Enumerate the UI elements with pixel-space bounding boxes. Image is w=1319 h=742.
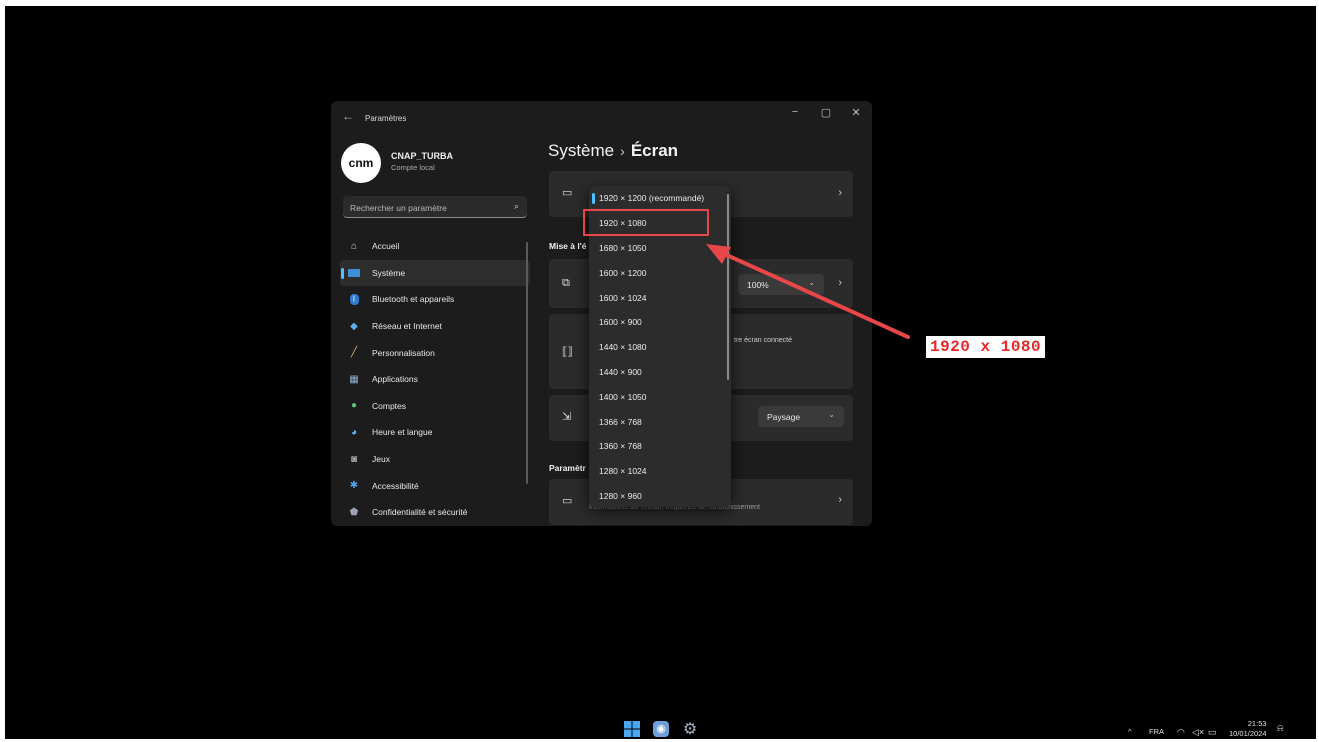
chevron-right-icon[interactable]: › [838, 277, 842, 289]
section-heading-scale: Mise à l'é [549, 241, 587, 251]
clock[interactable]: 21:53 10/01/2024 [1229, 719, 1267, 739]
home-icon: ⌂ [350, 240, 358, 252]
back-arrow-icon[interactable]: ← [342, 109, 354, 123]
section-heading-related: Paramètr [549, 463, 586, 473]
account-type: Compte local [391, 163, 435, 172]
sidebar-item-bluetooth[interactable]: ᛒ Bluetooth et appareils [340, 286, 530, 313]
display-icon [347, 267, 361, 279]
search-placeholder: Rechercher un paramètre [350, 203, 447, 213]
battery-icon[interactable]: ▭ [1208, 727, 1217, 738]
person-icon: ● [350, 400, 358, 412]
resolution-option[interactable]: 1280 × 1024 [589, 459, 721, 484]
resolution-option[interactable]: 1680 × 1050 [589, 236, 721, 261]
breadcrumb-separator: › [620, 143, 625, 159]
search-input[interactable]: Rechercher un paramètre ⌕ [343, 196, 527, 218]
scale-icon: ⧉ [562, 277, 570, 289]
windows-logo [624, 721, 640, 737]
laptop-icon: ▭ [562, 495, 573, 507]
multi-display-icon: ⟦⟧ [562, 346, 573, 358]
title-bar: ← Paramètres − ▢ ✕ [331, 101, 872, 135]
sidebar-scrollbar[interactable] [526, 242, 528, 484]
sidebar-item-applications[interactable]: ▦ Applications [340, 366, 530, 393]
resolution-option[interactable]: 1366 × 768 [589, 409, 721, 434]
minimize-button[interactable]: − [784, 106, 806, 118]
maximize-button[interactable]: ▢ [815, 106, 837, 119]
wifi-icon[interactable]: ◠ [1177, 727, 1185, 738]
sidebar-item-confidentialite[interactable]: ⬟ Confidentialité et sécurité [340, 499, 530, 526]
resolution-option[interactable]: 1600 × 1024 [589, 285, 721, 310]
language-indicator[interactable]: FRA [1149, 727, 1164, 736]
wifi-icon: ◆ [350, 320, 358, 332]
sidebar-item-label: Jeux [372, 454, 390, 465]
sidebar-item-label: Réseau et Internet [372, 321, 442, 332]
sidebar-item-reseau[interactable]: ◆ Réseau et Internet [340, 313, 530, 340]
shield-icon: ⬟ [349, 506, 359, 518]
sidebar-item-label: Bluetooth et appareils [372, 294, 455, 305]
window-title: Paramètres [365, 114, 407, 123]
sidebar-item-label: Accueil [372, 241, 400, 252]
scale-value: 100% [747, 280, 769, 290]
gear-glyph: ⚙ [682, 721, 698, 738]
chevron-right-icon: › [838, 187, 842, 199]
sidebar-item-label: Applications [372, 374, 418, 385]
resolution-option[interactable]: 1440 × 1080 [589, 335, 721, 360]
sidebar-item-label: Heure et langue [372, 427, 433, 438]
chevron-down-icon: ⌄ [808, 278, 815, 287]
sidebar-item-jeux[interactable]: ◙ Jeux [340, 446, 530, 473]
notification-bell-icon[interactable]: ⍾ [1277, 723, 1284, 734]
resolution-option[interactable]: 1400 × 1050 [589, 384, 721, 409]
highlight-box [583, 209, 709, 236]
sidebar-item-label: Personnalisation [372, 347, 435, 358]
speaker-muted-icon[interactable]: ◁× [1192, 727, 1204, 738]
annotation-label: 1920 x 1080 [926, 336, 1046, 358]
globe-clock-icon: ◕ [350, 426, 358, 438]
resolution-option[interactable]: 1920 × 1200 (recommandé) [589, 186, 721, 211]
resolution-option[interactable]: 1600 × 1200 [589, 260, 721, 285]
breadcrumb-parent[interactable]: Système [548, 141, 614, 160]
browser-icon[interactable]: ◉ [652, 720, 670, 738]
accessibility-icon: ✱ [349, 480, 359, 492]
breadcrumb: Système › Écran [548, 141, 678, 161]
time: 21:53 [1247, 719, 1267, 728]
tray-chevron-icon[interactable]: ^ [1128, 727, 1132, 736]
avatar[interactable]: cnm [341, 143, 381, 183]
sidebar-item-comptes[interactable]: ● Comptes [340, 393, 530, 420]
brush-icon: ╱ [350, 347, 358, 359]
sidebar-item-heure-langue[interactable]: ◕ Heure et langue [340, 419, 530, 446]
chevron-down-icon: ⌄ [828, 410, 835, 419]
apps-icon: ▦ [349, 373, 359, 385]
page-title: Écran [630, 141, 679, 160]
chevron-right-icon: › [838, 494, 842, 506]
sidebar-item-accueil[interactable]: ⌂ Accueil [340, 233, 530, 260]
sidebar-item-label: Comptes [372, 400, 407, 411]
date: 10/01/2024 [1229, 729, 1267, 738]
gamepad-icon: ◙ [350, 453, 358, 465]
browser-glyph: ◉ [653, 721, 669, 737]
orientation-value: Paysage [767, 412, 801, 422]
multi-display-text: tre écran connecté [734, 337, 792, 344]
orientation-dropdown[interactable]: Paysage ⌄ [758, 406, 844, 427]
search-icon[interactable]: ⌕ [514, 201, 519, 212]
resolution-option[interactable]: 1280 × 960 [589, 484, 721, 507]
hdr-icon: ▭ [562, 187, 573, 199]
windows-start-icon[interactable] [623, 720, 641, 738]
scale-dropdown[interactable]: 100% ⌄ [738, 274, 824, 295]
avatar-logo-text: cnm [348, 156, 374, 170]
bluetooth-icon: ᛒ [347, 293, 361, 305]
close-button[interactable]: ✕ [845, 106, 867, 119]
settings-gear-icon[interactable]: ⚙ [681, 720, 699, 738]
sidebar-item-label: Confidentialité et sécurité [372, 507, 468, 518]
sidebar-item-label: Accessibilité [372, 480, 419, 491]
resolution-option[interactable]: 1440 × 900 [589, 360, 721, 385]
dropdown-scrollbar[interactable] [727, 194, 729, 380]
sidebar-item-systeme[interactable]: Système [340, 259, 530, 287]
orientation-icon: ⇲ [562, 411, 572, 423]
sidebar-item-label: Système [372, 267, 406, 278]
sidebar-nav: ⌂ Accueil Système ᛒ Bluetooth et apparei… [340, 233, 530, 526]
resolution-option[interactable]: 1360 × 768 [589, 434, 721, 459]
sidebar-item-personnalisation[interactable]: ╱ Personnalisation [340, 339, 530, 366]
resolution-option[interactable]: 1600 × 900 [589, 310, 721, 335]
sidebar-item-accessibilite[interactable]: ✱ Accessibilité [340, 472, 530, 499]
user-name: CNAP_TURBA [391, 151, 454, 161]
